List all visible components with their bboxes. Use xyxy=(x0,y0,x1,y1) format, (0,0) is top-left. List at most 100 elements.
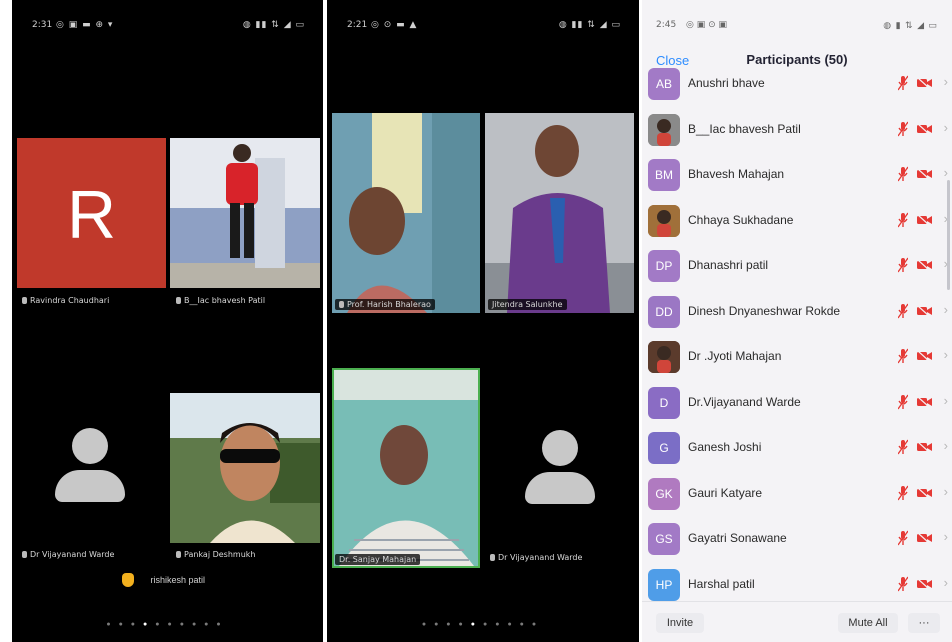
avatar-initial: R xyxy=(66,177,117,253)
mic-muted-icon[interactable] xyxy=(898,166,908,182)
video-tile-vijayanand[interactable] xyxy=(17,393,166,543)
chevron-right-icon[interactable]: › xyxy=(944,529,948,544)
status-time: 2:31 xyxy=(32,20,53,30)
participant-row[interactable]: AB Anushri bhave › xyxy=(642,64,952,107)
participant-name-label: Dr. Sanjay Mahajan xyxy=(335,554,421,565)
mute-all-button[interactable]: Mute All xyxy=(838,613,898,633)
mic-icon xyxy=(490,554,495,561)
video-off-icon[interactable] xyxy=(917,123,932,134)
participant-initials-avatar: AB xyxy=(648,68,680,100)
participant-initials-avatar: DP xyxy=(648,250,680,282)
participant-photo-avatar xyxy=(648,204,680,237)
mic-muted-icon[interactable] xyxy=(898,576,908,592)
participant-name-label: Dr Vijayanand Warde xyxy=(22,550,114,559)
page-indicator[interactable]: ●●●●●●●●●● xyxy=(327,621,639,628)
video-off-icon[interactable] xyxy=(917,214,932,225)
participant-name: Dr.Vijayanand Warde xyxy=(688,394,801,409)
participant-name: Bhavesh Mahajan xyxy=(688,167,785,181)
chevron-right-icon[interactable]: › xyxy=(944,438,948,453)
mic-muted-icon[interactable] xyxy=(898,485,908,501)
participant-photo xyxy=(485,113,634,313)
chevron-right-icon[interactable]: › xyxy=(944,393,948,408)
participant-row[interactable]: D Dr.Vijayanand Warde › xyxy=(642,381,952,426)
mic-icon xyxy=(176,297,181,304)
status-system-icons: ◍ ▮▮ ⇅ ◢ ▭ xyxy=(242,20,305,30)
video-off-icon[interactable] xyxy=(917,533,932,543)
mic-muted-icon[interactable] xyxy=(898,439,908,455)
participant-initials-avatar: GK xyxy=(648,477,680,510)
mic-muted-icon[interactable] xyxy=(898,75,908,91)
mic-muted-icon[interactable] xyxy=(898,303,908,319)
mic-muted-icon[interactable] xyxy=(898,257,908,273)
chevron-right-icon[interactable]: › xyxy=(944,484,948,499)
video-off-icon[interactable] xyxy=(917,578,932,589)
status-bar: 2:31 ◎ ▣ ▬ ⊕ ▾ ◍ ▮▮ ⇅ ◢ ▭ xyxy=(12,17,323,35)
page-indicator[interactable]: ●●●●●●●●●● xyxy=(12,621,323,628)
chevron-right-icon[interactable]: › xyxy=(944,120,948,135)
mic-muted-icon[interactable] xyxy=(898,394,908,410)
participant-row[interactable]: BM Bhavesh Mahajan › xyxy=(642,153,952,198)
status-system-icons: ◍ ▮▮ ⇅ ◢ ▭ xyxy=(558,20,621,30)
video-off-icon[interactable] xyxy=(917,442,932,452)
video-tile-sanjay-active-speaker[interactable]: Dr. Sanjay Mahajan xyxy=(332,368,480,568)
status-icons: ◎ ⊙ ▬ ▲ xyxy=(371,20,418,30)
mic-muted-icon[interactable] xyxy=(898,121,908,137)
raised-hand-icon xyxy=(122,572,134,587)
participant-row[interactable]: HP Harshal patil › xyxy=(642,563,952,603)
participant-row[interactable]: DD Dinesh Dnyaneshwar Rokde › xyxy=(642,290,952,335)
mic-muted-icon[interactable] xyxy=(898,348,908,364)
participant-initials-avatar: BM xyxy=(648,159,680,191)
participant-initials-avatar: DD xyxy=(648,295,680,328)
video-tile-jitendra[interactable]: Jitendra Salunkhe xyxy=(485,113,634,313)
participant-name: B__Iac bhavesh Patil xyxy=(688,121,801,136)
mic-icon xyxy=(22,551,27,558)
video-off-icon[interactable] xyxy=(917,487,932,498)
video-off-icon[interactable] xyxy=(917,260,932,270)
chevron-right-icon[interactable]: › xyxy=(944,302,948,317)
video-off-icon[interactable] xyxy=(917,351,932,361)
status-icons: ◎ ▣ ▬ ⊕ ▾ xyxy=(56,20,114,30)
more-button[interactable]: ··· xyxy=(908,613,940,633)
participant-row[interactable]: G Ganesh Joshi › xyxy=(642,426,952,471)
participants-panel-screen: 2:45 ◎ ▣ ⊙ ▣ ◍ ▮ ⇅ ◢ ▭ Participants (50)… xyxy=(642,0,952,642)
video-tile-harish[interactable]: Prof. Harish Bhalerao xyxy=(332,113,480,313)
video-off-icon[interactable] xyxy=(917,305,932,316)
participant-row[interactable]: Chhaya Sukhadane › xyxy=(642,199,952,244)
status-icons: ◎ ▣ ⊙ ▣ xyxy=(686,20,727,30)
participant-row[interactable]: GS Gayatri Sonawane › xyxy=(642,517,952,562)
mic-muted-icon[interactable] xyxy=(898,530,908,546)
participant-name-label: Prof. Harish Bhalerao xyxy=(335,299,435,310)
participant-photo xyxy=(332,113,480,313)
chevron-right-icon[interactable]: › xyxy=(944,575,948,590)
video-tile-bhavesh[interactable] xyxy=(170,138,320,288)
participant-name-label: Dr Vijayanand Warde xyxy=(490,553,582,562)
raised-hand-notice: rishikesh patil xyxy=(122,571,205,589)
participant-photo xyxy=(170,138,320,288)
participant-list[interactable]: AB Anushri bhave › B__Iac bhavesh Patil › BM B… xyxy=(642,64,952,602)
chevron-right-icon[interactable]: › xyxy=(944,347,948,362)
default-avatar-icon xyxy=(525,430,595,510)
participant-name: Ganesh Joshi xyxy=(688,440,762,454)
participant-photo-avatar xyxy=(648,113,680,146)
participant-name-label: Jitendra Salunkhe xyxy=(488,299,567,310)
chevron-right-icon[interactable]: › xyxy=(944,74,948,89)
chevron-right-icon[interactable]: › xyxy=(944,165,948,180)
video-tile-ravindra[interactable]: R xyxy=(17,138,166,288)
mic-muted-icon[interactable] xyxy=(898,212,908,228)
participant-initials-avatar: G xyxy=(648,432,680,464)
scrollbar[interactable] xyxy=(947,180,950,290)
participant-row[interactable]: Dr .Jyoti Mahajan › xyxy=(642,335,952,380)
mic-icon xyxy=(176,551,181,558)
participant-row[interactable]: GK Gauri Katyare › xyxy=(642,472,952,517)
participant-row[interactable]: DP Dhanashri patil › xyxy=(642,244,952,289)
video-tile-vijayanand[interactable]: Dr Vijayanand Warde xyxy=(485,368,634,568)
participant-row[interactable]: B__Iac bhavesh Patil › xyxy=(642,108,952,153)
video-tile-pankaj[interactable] xyxy=(170,393,320,543)
video-off-icon[interactable] xyxy=(917,78,932,88)
default-avatar-icon xyxy=(55,428,125,508)
video-off-icon[interactable] xyxy=(917,169,932,179)
participant-name: Chhaya Sukhadane xyxy=(688,212,794,227)
invite-button[interactable]: Invite xyxy=(656,613,704,633)
participant-initials-avatar: D xyxy=(648,386,680,419)
video-off-icon[interactable] xyxy=(917,396,932,407)
